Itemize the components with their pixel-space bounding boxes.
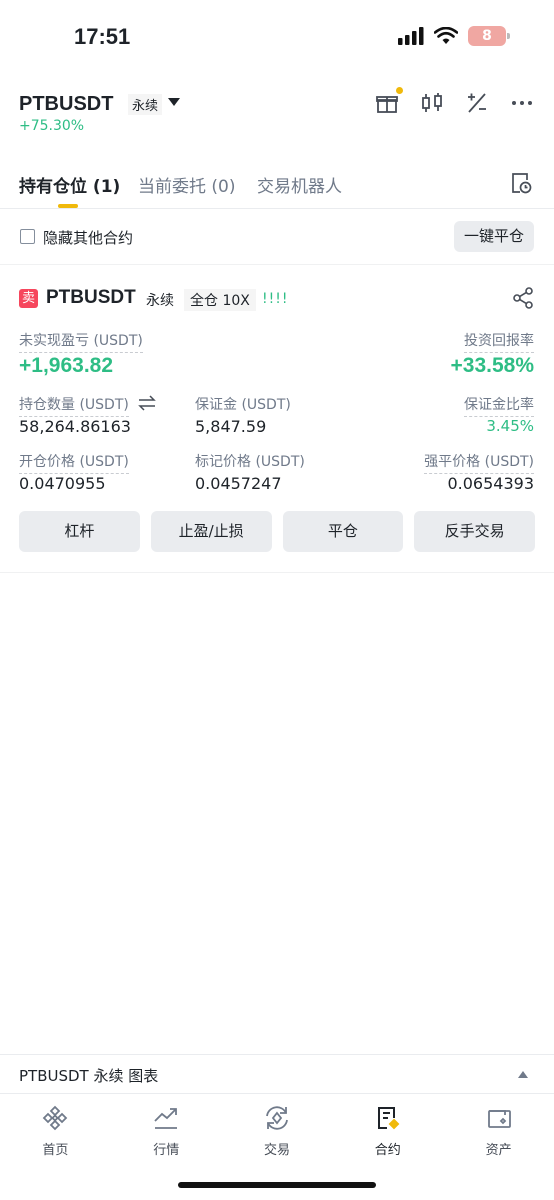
wifi-icon	[434, 27, 458, 44]
market-chart-icon	[151, 1103, 181, 1133]
nav-futures[interactable]: 合约	[332, 1094, 443, 1174]
nav-futures-label: 合约	[374, 1143, 401, 1158]
header: PTBUSDT 永续 +75.30%	[0, 87, 554, 144]
tp-sl-button[interactable]: 止盈/止损	[150, 511, 272, 552]
price-change: +75.30%	[19, 118, 85, 134]
position-size-label: 持仓数量 (USDT)	[19, 394, 129, 417]
entry-price-label: 开仓价格 (USDT)	[19, 451, 129, 474]
unrealized-pnl-value: +1,963.82	[19, 354, 114, 377]
chart-toggle-label: PTBUSDT 永续 图表	[19, 1067, 159, 1085]
status-bar: 17:51 8	[0, 0, 554, 75]
bottom-nav: 首页 行情 交易 合约 资产	[0, 1094, 554, 1174]
futures-icon	[373, 1103, 403, 1133]
close-position-button[interactable]: 平仓	[282, 511, 404, 552]
position-size-value: 58,264.86163	[19, 417, 131, 436]
nav-trade[interactable]: 交易	[222, 1094, 333, 1174]
margin-mode-tag[interactable]: 全仓 10X	[184, 289, 256, 311]
gift-icon[interactable]	[374, 87, 403, 116]
roi-value: +33.58%	[450, 354, 535, 377]
position-tabs: 持有仓位 (1) 当前委托 (0) 交易机器人	[0, 166, 554, 209]
margin-ratio-label: 保证金比率	[464, 394, 534, 417]
status-time: 17:51	[74, 24, 131, 49]
side-badge: 卖	[19, 289, 38, 308]
contract-type-tag: 永续	[128, 94, 163, 115]
share-icon[interactable]	[512, 287, 534, 309]
history-icon[interactable]	[510, 171, 532, 195]
wallet-icon	[484, 1103, 514, 1133]
tab-trading-bots[interactable]: 交易机器人	[257, 172, 342, 197]
entry-price-value: 0.0470955	[19, 474, 106, 493]
mark-price-value: 0.0457247	[195, 474, 282, 493]
nav-home-label: 首页	[42, 1143, 69, 1158]
liq-price-value: 0.0654393	[447, 474, 534, 493]
filter-row: 隐藏其他合约 一键平仓	[0, 209, 554, 265]
adl-indicator: !!!!	[262, 291, 289, 307]
active-tab-indicator	[58, 204, 78, 208]
position-symbol[interactable]: PTBUSDT	[46, 287, 136, 309]
more-icon[interactable]	[509, 90, 535, 116]
leverage-button[interactable]: 杠杆	[19, 511, 140, 552]
mark-price-label: 标记价格 (USDT)	[195, 454, 305, 470]
liq-price-label: 强平价格 (USDT)	[424, 451, 534, 474]
tab-positions[interactable]: 持有仓位 (1)	[19, 172, 120, 197]
nav-markets[interactable]: 行情	[111, 1094, 222, 1174]
nav-home[interactable]: 首页	[0, 1094, 111, 1174]
status-icons: 8	[398, 26, 510, 46]
symbol-dropdown-icon[interactable]	[168, 98, 180, 106]
swap-unit-icon[interactable]	[138, 395, 156, 411]
nav-markets-label: 行情	[153, 1143, 180, 1158]
home-indicator[interactable]	[178, 1182, 376, 1188]
nav-assets[interactable]: 资产	[443, 1094, 554, 1174]
chart-toggle-bar[interactable]: PTBUSDT 永续 图表	[0, 1054, 554, 1094]
nav-trade-label: 交易	[263, 1143, 290, 1158]
battery-icon: 8	[468, 26, 510, 46]
binance-logo-icon	[40, 1103, 70, 1133]
hide-other-contracts-checkbox[interactable]	[20, 229, 35, 244]
roi-label: 投资回报率	[464, 330, 534, 353]
candlestick-chart-icon[interactable]	[419, 90, 445, 116]
nav-assets-label: 资产	[485, 1143, 512, 1158]
chevron-up-icon[interactable]	[518, 1071, 528, 1078]
hide-other-contracts-label[interactable]: 隐藏其他合约	[43, 227, 133, 248]
position-contract-type: 永续	[146, 293, 174, 309]
trade-swap-icon	[262, 1103, 292, 1133]
reverse-position-button[interactable]: 反手交易	[414, 511, 535, 552]
margin-ratio-value: 3.45%	[486, 417, 534, 435]
symbol-selector[interactable]: PTBUSDT	[19, 93, 113, 116]
tab-open-orders[interactable]: 当前委托 (0)	[138, 172, 235, 197]
calculator-icon[interactable]	[464, 90, 490, 116]
margin-label: 保证金 (USDT)	[195, 397, 291, 413]
margin-value: 5,847.59	[195, 417, 267, 436]
notification-dot	[396, 87, 403, 94]
cellular-signal-icon	[398, 27, 424, 45]
unrealized-pnl-label: 未实现盈亏 (USDT)	[19, 330, 143, 353]
close-all-button[interactable]: 一键平仓	[453, 221, 534, 252]
battery-level: 8	[482, 28, 492, 44]
position-actions: 杠杆 止盈/止损 平仓 反手交易	[19, 511, 535, 552]
position-card: 卖 PTBUSDT 永续 全仓 10X !!!! 未实现盈亏 (USDT) +1…	[0, 265, 554, 573]
